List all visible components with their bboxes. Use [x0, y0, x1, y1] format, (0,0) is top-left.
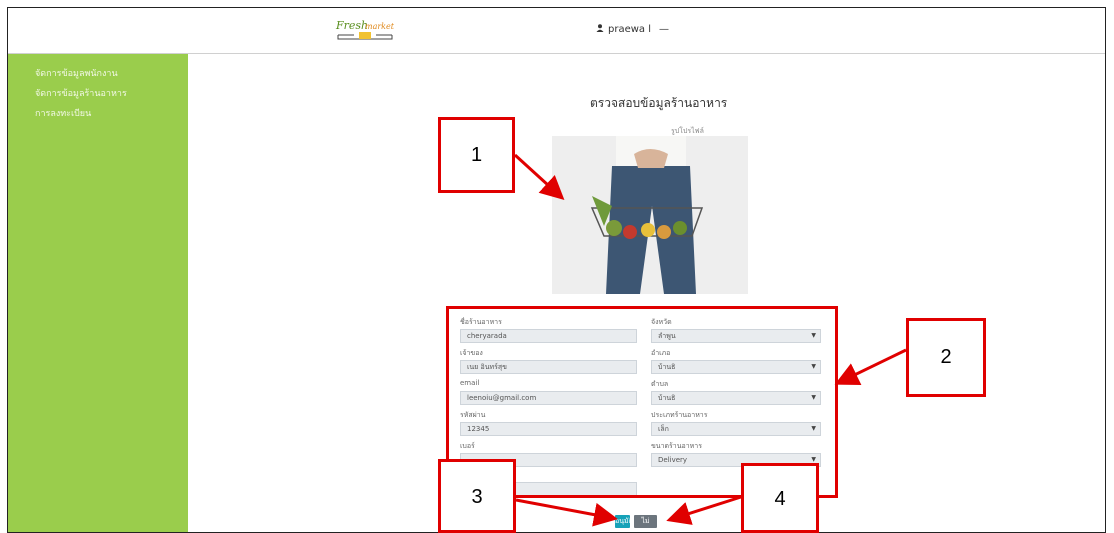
- annotation-label-4: 4: [741, 463, 819, 533]
- top-navbar: Fresh market praewa l —: [8, 8, 1105, 54]
- brand-logo[interactable]: Fresh market: [334, 13, 396, 45]
- profile-photo: [552, 136, 748, 294]
- approve-button[interactable]: อนุมัติ: [615, 515, 633, 528]
- svg-text:Fresh: Fresh: [335, 19, 368, 32]
- sidebar-item-employees[interactable]: จัดการข้อมูลพนักงาน: [8, 64, 188, 84]
- sidebar-item-registration[interactable]: การลงทะเบียน: [8, 104, 188, 124]
- sidebar: จัดการข้อมูลพนักงาน จัดการข้อมูลร้านอาหา…: [8, 54, 188, 532]
- menu-toggle-icon[interactable]: —: [659, 24, 669, 35]
- annotation-label-1: 1: [438, 117, 515, 193]
- annotation-label-3: 3: [438, 459, 516, 533]
- reject-button[interactable]: ไม่อนุมัติ: [634, 515, 657, 532]
- user-icon: [596, 24, 604, 35]
- svg-text:market: market: [365, 22, 395, 31]
- annotation-label-2: 2: [906, 318, 986, 397]
- username: praewa l: [608, 24, 652, 35]
- sidebar-item-restaurants[interactable]: จัดการข้อมูลร้านอาหาร: [8, 84, 188, 104]
- user-menu[interactable]: praewa l —: [596, 24, 669, 35]
- page-title: ตรวจสอบข้อมูลร้านอาหาร: [590, 96, 728, 110]
